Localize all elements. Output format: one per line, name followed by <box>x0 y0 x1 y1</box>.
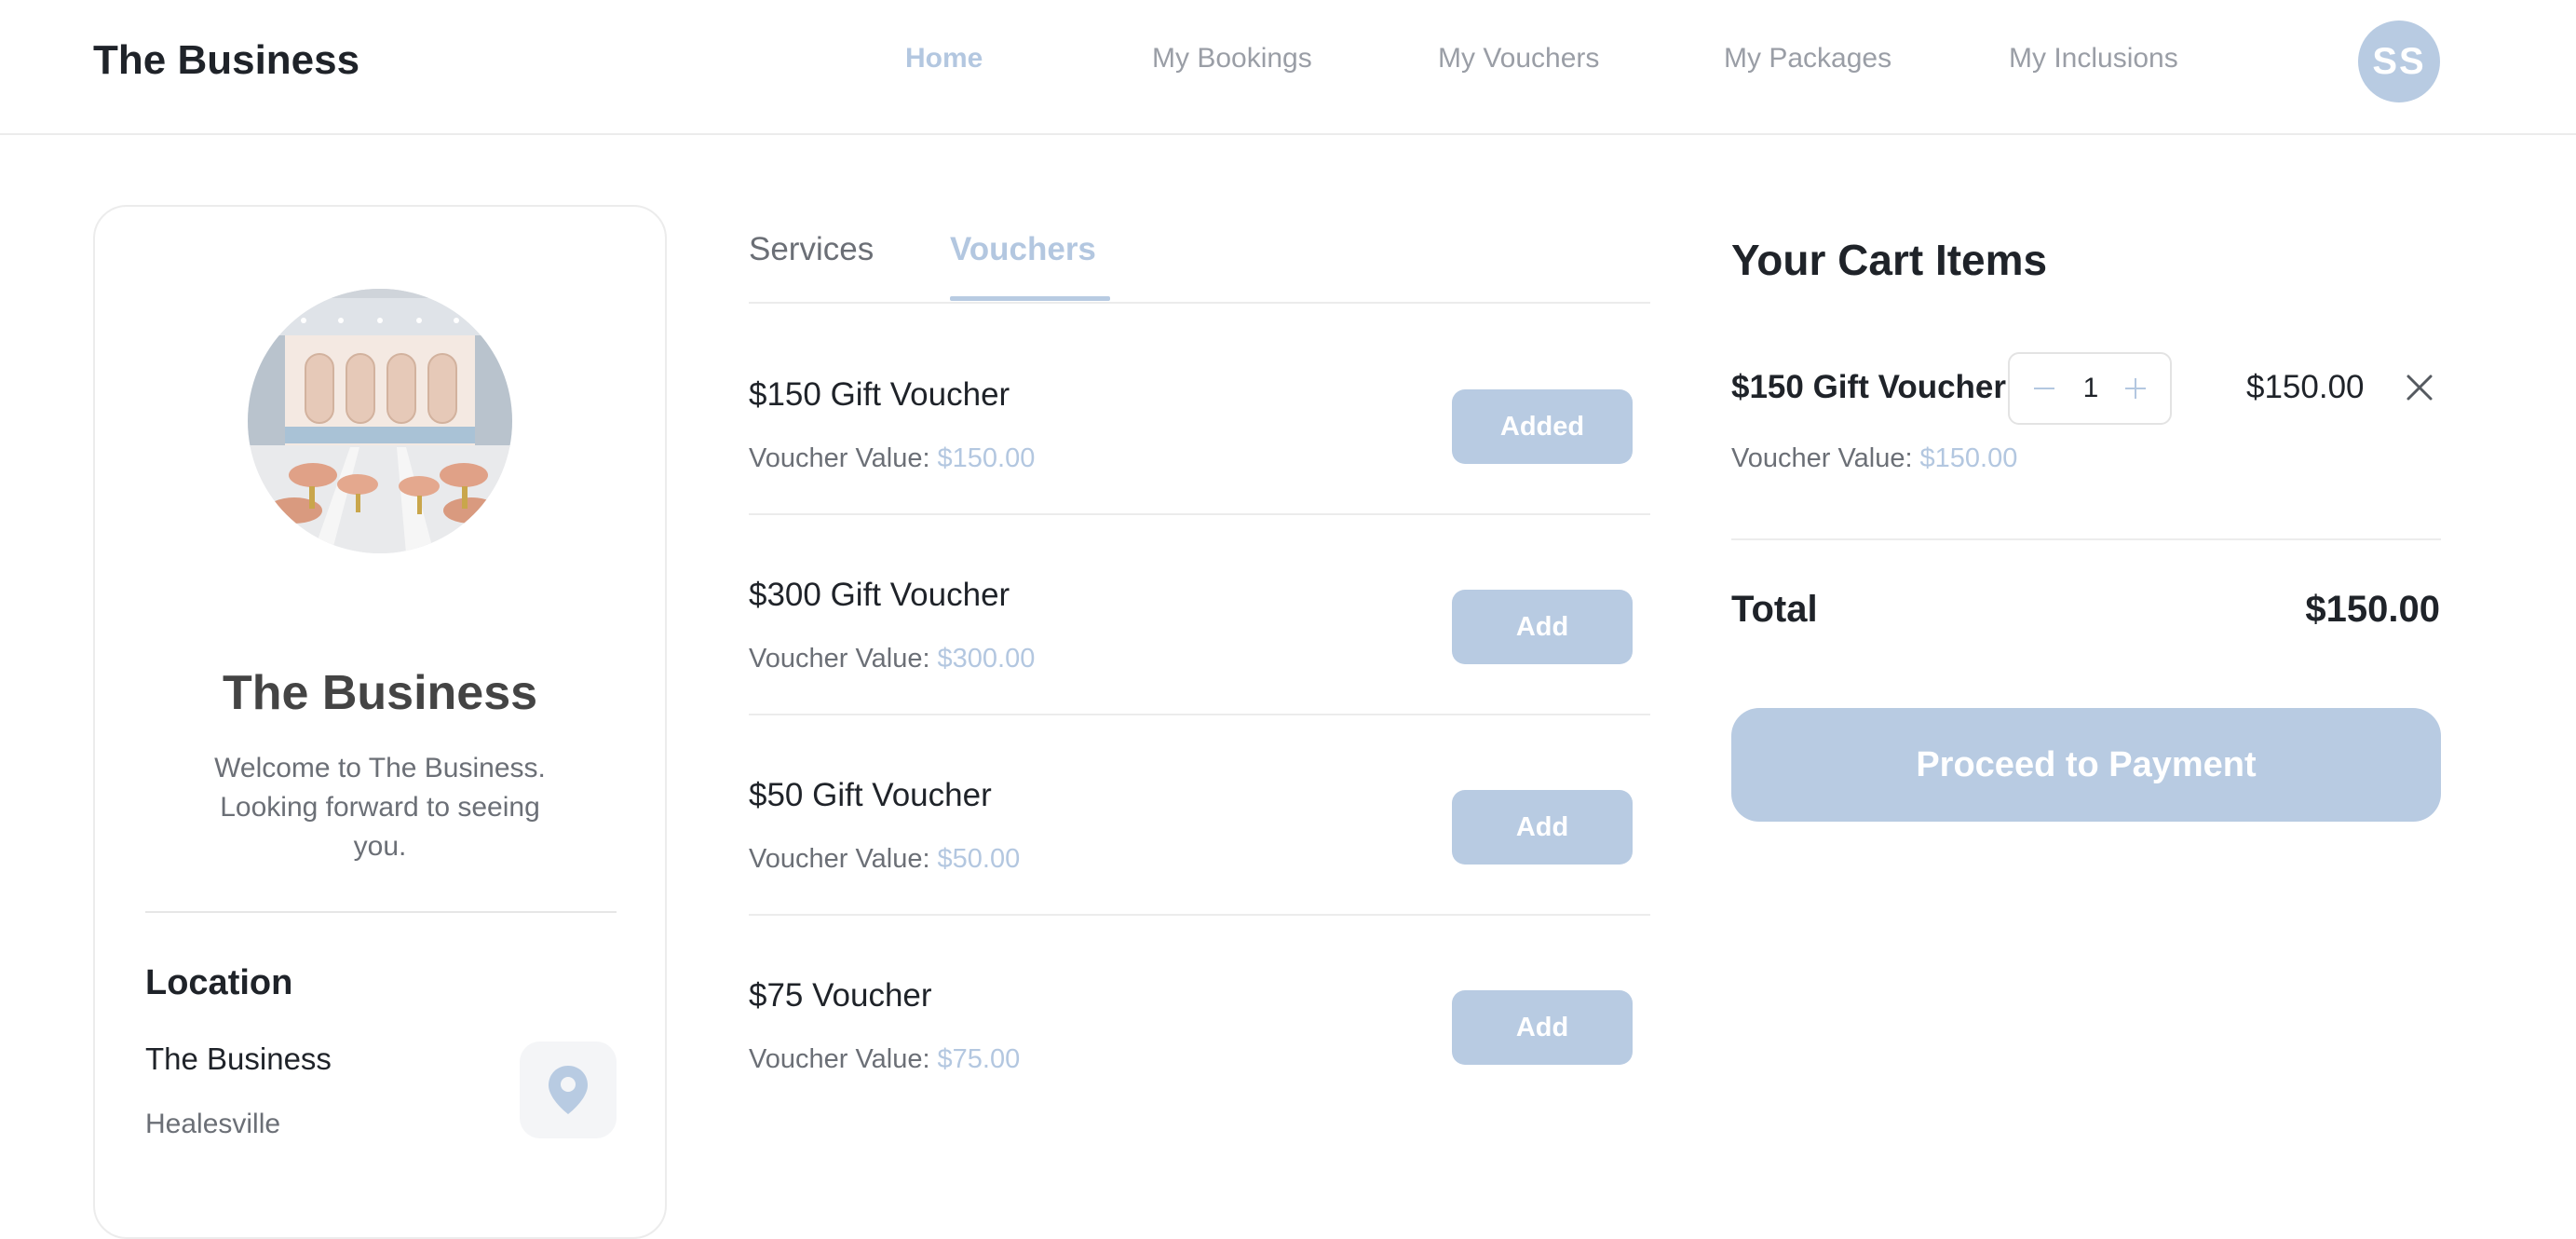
voucher-row: $50 Gift Voucher Voucher Value: $50.00 Ad… <box>749 715 1650 916</box>
quantity-stepper: 1 <box>2008 352 2172 425</box>
minus-icon[interactable] <box>2028 365 2060 412</box>
location-city: Healesville <box>145 1109 281 1139</box>
voucher-row: $150 Gift Voucher Voucher Value: $150.00 … <box>749 315 1650 515</box>
nav-my-bookings[interactable]: My Bookings <box>1152 43 1312 75</box>
nav-my-packages[interactable]: My Packages <box>1724 43 1891 75</box>
voucher-value-amount: $75.00 <box>937 1044 1021 1074</box>
voucher-value: Voucher Value: $300.00 <box>749 644 1035 674</box>
cart-item-value-amount: $150.00 <box>1919 443 2018 473</box>
cart-item-name: $150 Gift Voucher <box>1731 369 2007 405</box>
voucher-value-label: Voucher Value: <box>749 1044 930 1074</box>
business-name: The Business <box>222 666 538 720</box>
map-pin-icon <box>549 1066 588 1114</box>
voucher-add-button[interactable]: Add <box>1452 590 1633 664</box>
voucher-value: Voucher Value: $75.00 <box>749 1044 1020 1075</box>
cart-title: Your Cart Items <box>1731 236 2048 284</box>
close-icon[interactable] <box>2401 369 2438 406</box>
voucher-value: Voucher Value: $150.00 <box>749 443 1035 474</box>
voucher-value-label: Voucher Value: <box>749 644 930 674</box>
voucher-name: $50 Gift Voucher <box>749 777 992 813</box>
plus-icon[interactable] <box>2120 365 2151 412</box>
voucher-value-amount: $50.00 <box>937 844 1021 874</box>
location-name: The Business <box>145 1042 332 1076</box>
business-card: The Business Welcome to The Business. Lo… <box>93 205 667 1239</box>
cart-item-value-label: Voucher Value: <box>1731 443 1913 473</box>
tab-vouchers[interactable]: Vouchers <box>950 231 1096 268</box>
voucher-name: $150 Gift Voucher <box>749 376 1010 413</box>
voucher-value-amount: $150.00 <box>937 443 1036 473</box>
active-tab-indicator <box>950 296 1110 301</box>
quantity-value: 1 <box>2082 373 2099 403</box>
nav-home[interactable]: Home <box>905 43 983 75</box>
cart-divider <box>1731 538 2441 540</box>
cart-item-value: Voucher Value: $150.00 <box>1731 443 2017 474</box>
voucher-add-button[interactable]: Add <box>1452 790 1633 865</box>
tab-services[interactable]: Services <box>749 231 874 268</box>
voucher-row: $75 Voucher Voucher Value: $75.00 Add <box>749 916 1650 1116</box>
total-value: $150.00 <box>2305 589 2440 630</box>
voucher-name: $75 Voucher <box>749 977 932 1014</box>
card-divider <box>145 911 617 913</box>
nav-my-inclusions[interactable]: My Inclusions <box>2009 43 2178 75</box>
proceed-to-payment-button[interactable]: Proceed to Payment <box>1731 708 2441 822</box>
voucher-name: $300 Gift Voucher <box>749 577 1010 613</box>
voucher-value-amount: $300.00 <box>937 644 1036 674</box>
total-label: Total <box>1731 589 1818 630</box>
business-welcome-text: Welcome to The Business. Looking forward… <box>214 753 546 862</box>
cart-item-price: $150.00 <box>2246 369 2365 405</box>
map-pin-button[interactable] <box>520 1042 617 1138</box>
top-header: The Business Home My Bookings My Voucher… <box>0 0 2576 135</box>
tabs-divider <box>749 302 1650 304</box>
voucher-row: $300 Gift Voucher Voucher Value: $300.00 … <box>749 515 1650 715</box>
brand-title[interactable]: The Business <box>93 37 359 84</box>
user-avatar[interactable]: SS <box>2358 20 2440 102</box>
voucher-added-button[interactable]: Added <box>1452 389 1633 464</box>
location-heading: Location <box>145 963 293 1002</box>
business-photo <box>248 289 512 553</box>
voucher-value-label: Voucher Value: <box>749 443 930 473</box>
voucher-add-button[interactable]: Add <box>1452 990 1633 1065</box>
voucher-value: Voucher Value: $50.00 <box>749 844 1020 875</box>
nav-my-vouchers[interactable]: My Vouchers <box>1438 43 1599 75</box>
voucher-value-label: Voucher Value: <box>749 844 930 874</box>
